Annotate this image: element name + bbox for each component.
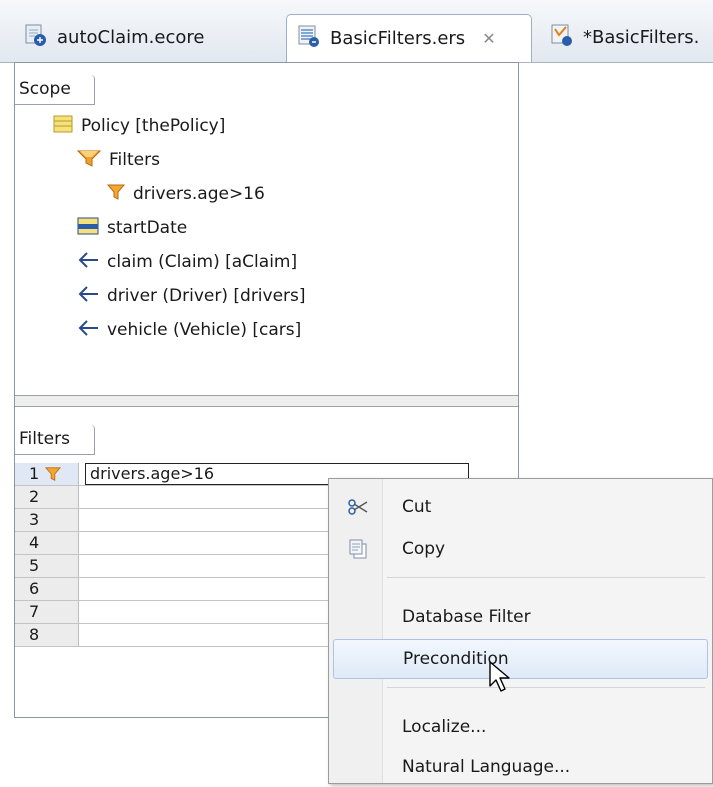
tree-item-startdate[interactable]: startDate xyxy=(77,211,187,245)
row-number: 4 xyxy=(15,532,79,554)
row-number: 6 xyxy=(15,578,79,600)
tab-label: BasicFilters.ers xyxy=(330,28,466,49)
attribute-icon xyxy=(77,217,99,240)
menu-item-label: Localize... xyxy=(402,717,487,737)
filter-icon xyxy=(106,183,126,206)
scope-section-header: Scope xyxy=(15,75,95,105)
tab-basicfilters-ers[interactable]: BasicFilters.ers ✕ xyxy=(286,14,532,62)
filters-section-header: Filters xyxy=(15,425,95,455)
menu-item-label: Database Filter xyxy=(402,607,531,627)
tree-item-label: Filters xyxy=(109,150,160,170)
close-icon[interactable]: ✕ xyxy=(482,29,495,48)
context-menu: Cut Copy Database Filter Precondition Lo… xyxy=(328,478,713,784)
tree-item-label: driver (Driver) [drivers] xyxy=(107,286,306,306)
menu-separator xyxy=(387,577,705,578)
row-number: 5 xyxy=(15,555,79,577)
rules-file-icon xyxy=(297,24,321,53)
association-icon xyxy=(77,285,99,308)
filter-icon xyxy=(44,466,62,487)
filters-folder-icon xyxy=(76,148,102,173)
menu-item-label: Cut xyxy=(402,497,432,517)
tree-item-filter-drivers-age[interactable]: drivers.age>16 xyxy=(106,177,265,211)
row-number: 2 xyxy=(15,486,79,508)
menu-item-label: Natural Language... xyxy=(402,757,571,777)
tab-label: *BasicFilters. xyxy=(583,27,700,48)
tab-autoclaim-ecore[interactable]: autoClaim.ecore xyxy=(14,14,278,61)
menu-item-copy[interactable]: Copy xyxy=(333,529,708,569)
menu-item-cut[interactable]: Cut xyxy=(333,487,708,527)
row-number: 7 xyxy=(15,601,79,623)
scissors-icon xyxy=(333,497,382,517)
tree-item-filters[interactable]: Filters xyxy=(76,143,160,177)
tree-item-label: drivers.age>16 xyxy=(133,184,265,204)
menu-separator xyxy=(387,687,705,688)
tab-label: autoClaim.ecore xyxy=(57,27,205,48)
copy-icon xyxy=(333,538,382,560)
association-icon xyxy=(77,251,99,274)
row-number: 3 xyxy=(15,509,79,531)
tree-item-label: Policy [thePolicy] xyxy=(81,116,226,136)
tree-item-label: vehicle (Vehicle) [cars] xyxy=(107,320,302,340)
row-number: 8 xyxy=(15,624,79,646)
ecore-file-icon xyxy=(24,23,48,52)
tree-item-claim[interactable]: claim (Claim) [aClaim] xyxy=(77,245,297,279)
tree-item-policy[interactable]: Policy [thePolicy] xyxy=(53,109,225,143)
menu-item-localize[interactable]: Localize... xyxy=(333,707,708,747)
menu-item-precondition[interactable]: Precondition xyxy=(333,639,708,679)
tree-item-label: claim (Claim) [aClaim] xyxy=(107,252,298,272)
entity-icon xyxy=(53,115,73,138)
tab-basicfilters-dirty[interactable]: *BasicFilters. xyxy=(540,14,713,61)
menu-item-database-filter[interactable]: Database Filter xyxy=(333,597,708,637)
mouse-cursor-icon xyxy=(488,660,512,699)
menu-item-label: Copy xyxy=(402,539,446,559)
menu-item-natural-language[interactable]: Natural Language... xyxy=(333,747,708,787)
association-icon xyxy=(77,319,99,342)
tree-item-label: startDate xyxy=(107,218,188,238)
rules-file-icon xyxy=(550,23,574,52)
section-divider[interactable] xyxy=(15,395,518,407)
tree-item-vehicle[interactable]: vehicle (Vehicle) [cars] xyxy=(77,313,301,347)
editor-tab-bar: autoClaim.ecore BasicFilters.ers ✕ *Basi… xyxy=(0,0,713,63)
tree-item-driver[interactable]: driver (Driver) [drivers] xyxy=(77,279,306,313)
